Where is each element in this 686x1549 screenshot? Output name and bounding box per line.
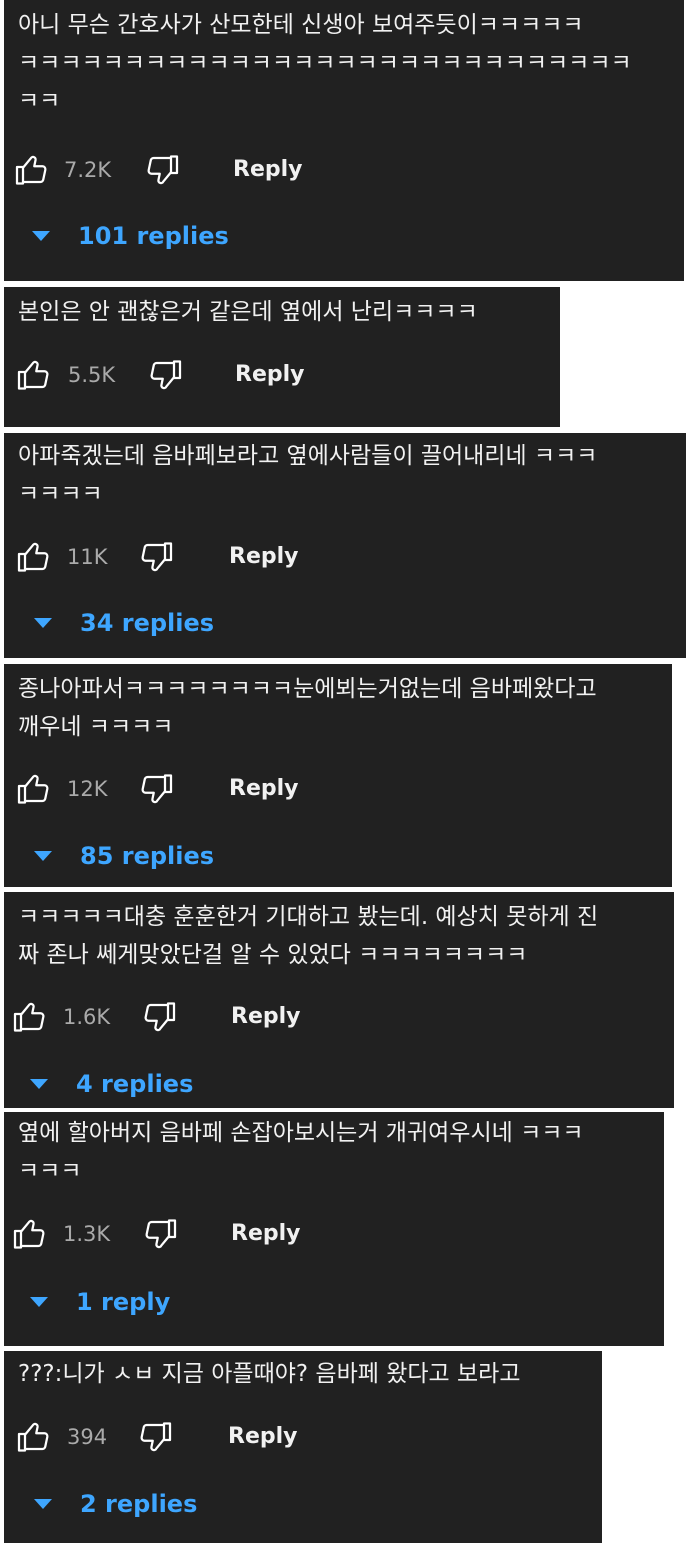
replies-count: 34 replies — [80, 609, 215, 637]
replies-count: 4 replies — [76, 1070, 194, 1098]
view-replies-button[interactable]: 85 replies — [34, 838, 214, 874]
comment-text: 아니 무슨 간호사가 산모한테 신생아 보여주듯이ㅋㅋㅋㅋㅋ ㅋㅋㅋㅋㅋㅋㅋㅋㅋ… — [18, 12, 632, 114]
reply-button[interactable]: Reply — [231, 1216, 301, 1252]
dislike-icon[interactable] — [147, 357, 183, 393]
like-icon[interactable] — [12, 1216, 48, 1252]
comment-text: ???:니가 ㅅㅂ 지금 아플때야? 음바페 왔다고 보라고 — [18, 1361, 521, 1387]
like-count: 5.5K — [68, 363, 116, 387]
chevron-down-icon — [34, 1499, 52, 1509]
reply-button[interactable]: Reply — [229, 539, 299, 575]
view-replies-button[interactable]: 4 replies — [30, 1066, 193, 1102]
view-replies-button[interactable]: 34 replies — [34, 605, 214, 641]
reply-button[interactable]: Reply — [228, 1419, 298, 1455]
chevron-down-icon — [32, 231, 50, 241]
reply-button[interactable]: Reply — [231, 999, 301, 1035]
like-count: 1.6K — [63, 1005, 111, 1029]
like-count: 394 — [67, 1425, 108, 1449]
like-icon[interactable] — [12, 999, 48, 1035]
comment-text: 본인은 안 괜찮은거 같은데 옆에서 난리ㅋㅋㅋㅋ — [18, 299, 478, 325]
comment-card: 본인은 안 괜찮은거 같은데 옆에서 난리ㅋㅋㅋㅋ 5.5K Reply — [4, 287, 560, 427]
like-icon[interactable] — [16, 771, 52, 807]
dislike-icon[interactable] — [138, 539, 174, 575]
chevron-down-icon — [30, 1297, 48, 1307]
like-count: 12K — [67, 777, 108, 801]
comment-card: 옆에 할아버지 음바페 손잡아보시는거 개귀여우시네 ㅋㅋㅋ ㅋㅋㅋ 1.3K … — [4, 1112, 664, 1346]
comment-text: 아파죽겠는데 음바페보라고 옆에사람들이 끌어내리네 ㅋㅋㅋ ㅋㅋㅋㅋ — [18, 443, 598, 507]
chevron-down-icon — [30, 1079, 48, 1089]
reply-button[interactable]: Reply — [235, 357, 305, 393]
replies-count: 101 replies — [78, 222, 229, 250]
view-replies-button[interactable]: 2 replies — [34, 1486, 197, 1522]
like-count: 1.3K — [63, 1222, 111, 1246]
dislike-icon[interactable] — [138, 771, 174, 807]
like-icon[interactable] — [16, 357, 52, 393]
chevron-down-icon — [34, 618, 52, 628]
reply-button[interactable]: Reply — [229, 771, 299, 807]
view-replies-button[interactable]: 101 replies — [32, 218, 229, 254]
comment-card: 아니 무슨 간호사가 산모한테 신생아 보여주듯이ㅋㅋㅋㅋㅋ ㅋㅋㅋㅋㅋㅋㅋㅋㅋ… — [4, 0, 684, 281]
like-icon[interactable] — [14, 152, 50, 188]
view-replies-button[interactable]: 1 reply — [30, 1284, 170, 1320]
comment-card: ㅋㅋㅋㅋㅋ대충 훈훈한거 기대하고 봤는데. 예상치 못하게 진 짜 존나 쎄게… — [4, 892, 674, 1108]
like-icon[interactable] — [16, 539, 52, 575]
dislike-icon[interactable] — [141, 999, 177, 1035]
comment-text: 종나아파서ㅋㅋㅋㅋㅋㅋㅋㅋ눈에뵈는거없는데 음바페왔다고 깨우네 ㅋㅋㅋㅋ — [18, 676, 597, 740]
reply-button[interactable]: Reply — [233, 152, 303, 188]
dislike-icon[interactable] — [144, 152, 180, 188]
comment-text: ㅋㅋㅋㅋㅋ대충 훈훈한거 기대하고 봤는데. 예상치 못하게 진 짜 존나 쎄게… — [18, 904, 599, 968]
like-icon[interactable] — [16, 1419, 52, 1455]
comment-text: 옆에 할아버지 음바페 손잡아보시는거 개귀여우시네 ㅋㅋㅋ ㅋㅋㅋ — [18, 1120, 584, 1184]
dislike-icon[interactable] — [137, 1419, 173, 1455]
dislike-icon[interactable] — [142, 1216, 178, 1252]
comment-card: 종나아파서ㅋㅋㅋㅋㅋㅋㅋㅋ눈에뵈는거없는데 음바페왔다고 깨우네 ㅋㅋㅋㅋ 12… — [4, 664, 672, 887]
like-count: 7.2K — [64, 158, 112, 182]
replies-count: 1 reply — [76, 1288, 171, 1316]
like-count: 11K — [67, 545, 108, 569]
comment-card: ???:니가 ㅅㅂ 지금 아플때야? 음바페 왔다고 보라고 394 Reply… — [4, 1351, 602, 1543]
comment-card: 아파죽겠는데 음바페보라고 옆에사람들이 끌어내리네 ㅋㅋㅋ ㅋㅋㅋㅋ 11K … — [4, 433, 686, 658]
replies-count: 2 replies — [80, 1490, 198, 1518]
chevron-down-icon — [34, 851, 52, 861]
replies-count: 85 replies — [80, 842, 215, 870]
